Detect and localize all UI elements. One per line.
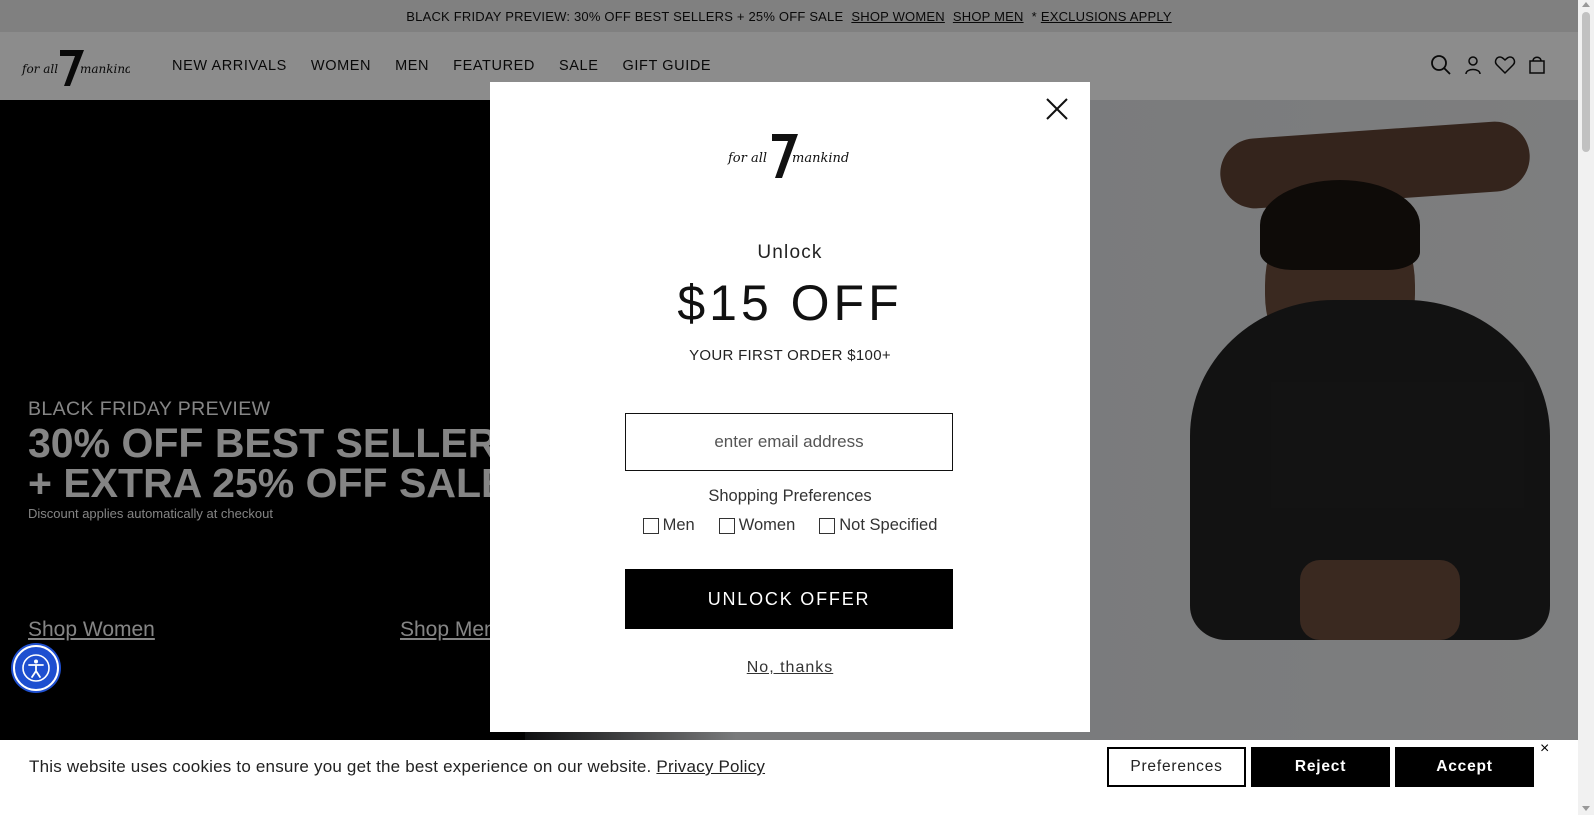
page-scrollbar[interactable] xyxy=(1578,0,1594,815)
pref-men-checkbox[interactable]: Men xyxy=(642,516,695,535)
close-icon[interactable] xyxy=(1044,96,1070,122)
cookie-message-text: This website uses cookies to ensure you … xyxy=(29,757,652,776)
pref-men-label: Men xyxy=(662,516,695,534)
pref-not-specified-label: Not Specified xyxy=(839,516,938,534)
email-field[interactable] xyxy=(625,413,953,471)
accessibility-icon xyxy=(22,654,50,682)
pref-women-checkbox[interactable]: Women xyxy=(718,516,796,535)
modal-unlock-text: Unlock xyxy=(757,242,823,263)
shopping-preferences-options: Men Women Not Specified xyxy=(490,516,1090,535)
svg-text:mankind: mankind xyxy=(792,151,849,166)
signup-modal: for all mankind Unlock $15 OFF YOUR FIRS… xyxy=(490,82,1090,732)
checkbox-icon[interactable] xyxy=(642,517,659,534)
cookie-close-icon[interactable]: × xyxy=(1540,740,1549,758)
checkbox-icon[interactable] xyxy=(819,517,836,534)
modal-offer-condition: YOUR FIRST ORDER $100+ xyxy=(689,347,891,364)
accessibility-button[interactable] xyxy=(13,645,59,691)
scrollbar-thumb[interactable] xyxy=(1582,12,1590,152)
cookie-reject-button[interactable]: Reject xyxy=(1251,747,1390,787)
cookie-banner: This website uses cookies to ensure you … xyxy=(0,740,1578,815)
shopping-preferences-label: Shopping Preferences xyxy=(708,487,872,505)
modal-brand-logo: for all mankind xyxy=(727,134,849,178)
cookie-message: This website uses cookies to ensure you … xyxy=(29,756,765,778)
unlock-offer-button[interactable]: UNLOCK OFFER xyxy=(625,569,953,629)
cookie-preferences-button[interactable]: Preferences xyxy=(1107,747,1246,787)
checkbox-icon[interactable] xyxy=(718,517,735,534)
no-thanks-link[interactable]: No, thanks xyxy=(747,659,833,676)
scroll-up-icon[interactable] xyxy=(1582,2,1590,7)
pref-not-specified-checkbox[interactable]: Not Specified xyxy=(819,516,937,535)
scroll-down-icon[interactable] xyxy=(1582,806,1590,811)
modal-offer-amount: $15 OFF xyxy=(677,275,903,331)
decline-offer: No, thanks xyxy=(490,659,1090,677)
privacy-policy-link[interactable]: Privacy Policy xyxy=(656,757,765,776)
svg-text:for all: for all xyxy=(727,151,767,166)
pref-women-label: Women xyxy=(738,516,796,534)
cookie-accept-button[interactable]: Accept xyxy=(1395,747,1534,787)
